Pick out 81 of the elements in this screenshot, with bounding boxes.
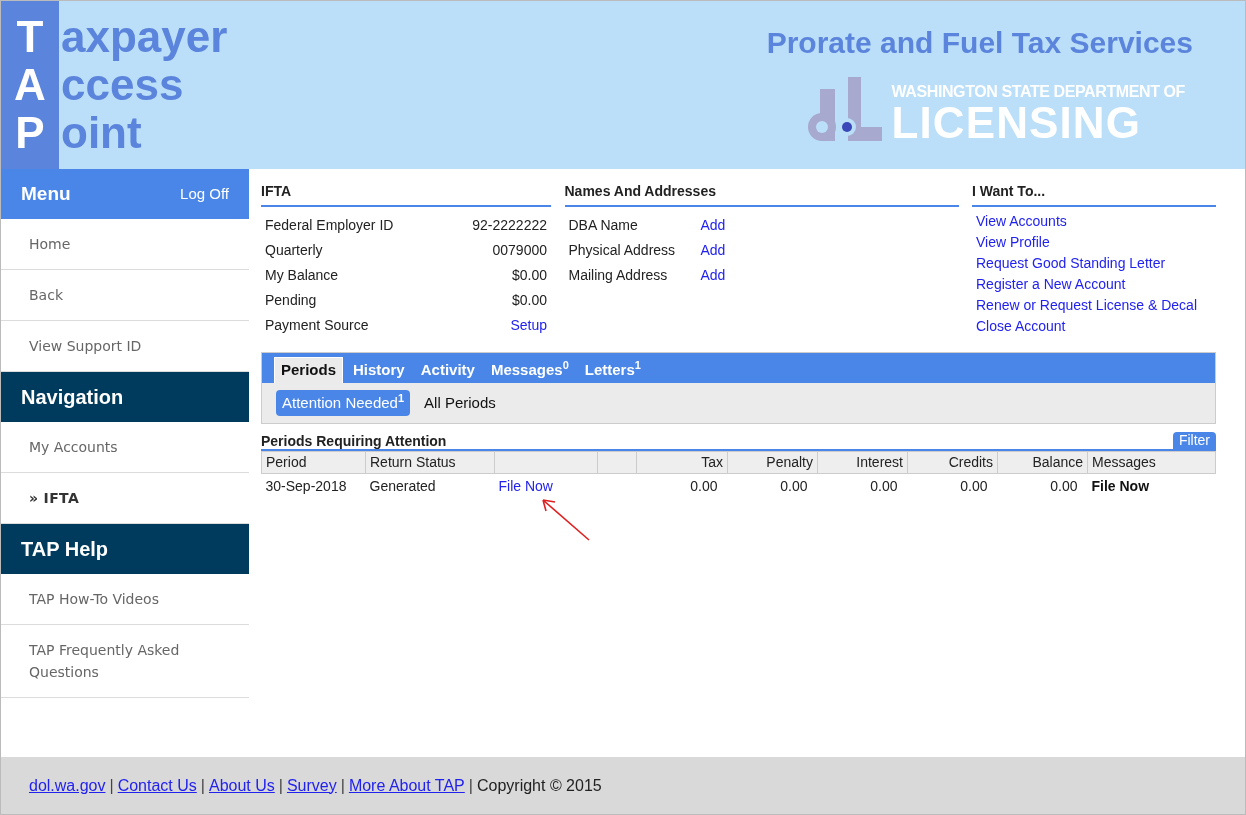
pointer-arrow xyxy=(539,496,591,542)
tab[interactable]: Letters$^{1}$ xyxy=(578,357,647,383)
field-value: $0.00 xyxy=(511,266,548,285)
action-link[interactable]: Request Good Standing Letter xyxy=(976,253,1216,274)
field-label: Federal Employer ID xyxy=(265,216,395,235)
logo-initial: T xyxy=(15,13,45,61)
table-cell: 0.00 xyxy=(727,473,818,499)
field-label: Pending xyxy=(265,291,318,310)
panel-title: I Want To... xyxy=(972,181,1216,207)
logo-word: ccess xyxy=(61,61,184,109)
separator: | xyxy=(339,775,346,796)
sidebar-item[interactable]: Home xyxy=(1,219,249,270)
copyright-text: Copyright © 2015 xyxy=(476,775,602,796)
footer-link[interactable]: About Us xyxy=(208,773,275,798)
action-link[interactable]: Close Account xyxy=(976,316,1216,337)
field-label: DBA Name xyxy=(568,216,639,235)
action-link[interactable]: Renew or Request License & Decal xyxy=(976,295,1216,316)
field-value: 0079000 xyxy=(492,241,548,260)
sidebar-item[interactable]: TAP How-To Videos xyxy=(1,574,249,625)
footer-link[interactable]: Survey xyxy=(286,773,337,798)
table-cell: 0.00 xyxy=(997,473,1088,499)
log-off-link[interactable]: Log Off xyxy=(180,182,229,206)
footer-link[interactable]: Contact Us xyxy=(117,773,197,798)
footer-link[interactable]: dol.wa.gov xyxy=(29,773,106,798)
column-header: Tax xyxy=(636,451,728,474)
field-label: Physical Address xyxy=(568,241,677,260)
logo-word: axpayer xyxy=(61,13,228,61)
column-header: Return Status xyxy=(365,451,495,474)
action-link[interactable]: Register a New Account xyxy=(976,274,1216,295)
filter-button[interactable]: Filter xyxy=(1172,432,1216,449)
table-cell: 0.00 xyxy=(907,473,998,499)
field-link[interactable]: Add xyxy=(700,265,726,286)
separator: | xyxy=(199,775,206,796)
field-link[interactable]: Add xyxy=(700,215,726,236)
table-title: Periods Requiring Attention xyxy=(261,433,447,449)
panel-title: Names And Addresses xyxy=(564,181,959,207)
section-title: TAP Help xyxy=(21,537,109,562)
action-link[interactable]: View Profile xyxy=(976,232,1216,253)
table-cell: 0.00 xyxy=(817,473,908,499)
sidebar-item[interactable]: TAP Frequently Asked Questions xyxy=(1,625,249,698)
logo-word: oint xyxy=(61,109,143,157)
file-now-link[interactable]: File Now xyxy=(498,477,553,494)
tab[interactable]: Periods xyxy=(274,357,344,383)
field-label: My Balance xyxy=(265,266,340,285)
agency-line: WASHINGTON STATE DEPARTMENT OF xyxy=(891,83,1185,101)
column-header: Period xyxy=(261,451,366,474)
panel-title: IFTA xyxy=(261,181,551,207)
logo-initial: A xyxy=(13,61,47,109)
tab[interactable]: Activity xyxy=(414,357,481,383)
menu-title: Menu xyxy=(21,181,71,206)
table-cell: 0.00 xyxy=(636,473,728,499)
sidebar-item[interactable]: Back xyxy=(1,270,249,321)
service-title: Prorate and Fuel Tax Services xyxy=(766,25,1193,61)
separator: | xyxy=(467,775,474,796)
sidebar-item[interactable]: My Accounts xyxy=(1,422,249,473)
field-value: 92-2222222 xyxy=(472,216,548,235)
field-label: Quarterly xyxy=(265,241,324,260)
field-value: $0.00 xyxy=(511,291,548,310)
column-header: Credits xyxy=(907,451,998,474)
table-cell: 30-Sep-2018 xyxy=(261,473,366,499)
section-title: Navigation xyxy=(21,385,124,410)
field-label: Payment Source xyxy=(265,316,370,335)
separator: | xyxy=(108,775,115,796)
table-cell: Generated xyxy=(365,473,495,499)
field-link[interactable]: Add xyxy=(700,240,726,261)
column-header: Messages xyxy=(1087,451,1216,474)
column-header: Penalty xyxy=(727,451,818,474)
field-link[interactable]: Setup xyxy=(510,315,551,336)
tab[interactable]: Messages$^{0}$ xyxy=(484,357,575,383)
footer-link[interactable]: More About TAP xyxy=(348,773,465,798)
action-link[interactable]: View Accounts xyxy=(976,211,1216,232)
field-label: Mailing Address xyxy=(568,266,669,285)
tab[interactable]: History xyxy=(347,357,411,383)
column-header: Interest xyxy=(817,451,908,474)
agency-name: LICENSING xyxy=(891,101,1142,145)
subtab[interactable]: Attention Needed$^{1}$ xyxy=(276,390,411,416)
table-cell: File Now xyxy=(1087,473,1216,499)
separator: | xyxy=(277,775,284,796)
column-header: Balance xyxy=(997,451,1088,474)
subtab[interactable]: All Periods xyxy=(418,390,502,416)
logo-initial: P xyxy=(14,109,46,157)
